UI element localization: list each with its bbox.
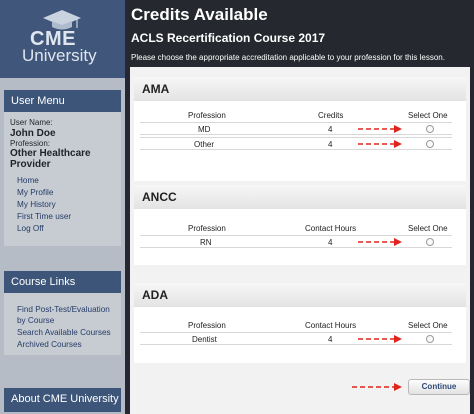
header-profession: Profession xyxy=(188,111,226,120)
table-row xyxy=(140,137,452,150)
link-find-post-test[interactable]: Find Post-Test/Evaluation xyxy=(17,305,110,314)
profession-line2: Provider xyxy=(10,159,51,170)
link-search-available-courses[interactable]: Search Available Courses xyxy=(17,328,111,337)
table-row xyxy=(140,235,452,248)
radio-ama-other[interactable] xyxy=(426,140,434,148)
section-header-ada: ADA xyxy=(134,283,466,307)
sidebar: CME University User Menu User Name: John… xyxy=(0,0,125,414)
page-title: Credits Available xyxy=(131,5,268,24)
link-find-post-test-by-course[interactable]: by Course xyxy=(17,316,54,325)
menu-my-history[interactable]: My History xyxy=(17,200,56,209)
profession-label: Profession: xyxy=(10,138,51,148)
contact-hours-cell: 4 xyxy=(328,238,333,247)
user-name: John Doe xyxy=(10,127,56,139)
course-title: ACLS Recertification Course 2017 xyxy=(131,31,326,45)
header-select-one: Select One xyxy=(408,321,448,330)
menu-log-off[interactable]: Log Off xyxy=(17,224,44,233)
instruction-text: Please choose the appropriate accreditat… xyxy=(131,53,445,62)
course-links-header: Course Links xyxy=(4,271,121,293)
about-header[interactable]: About CME University xyxy=(4,388,121,412)
radio-ama-md[interactable] xyxy=(426,125,434,133)
header-select-one: Select One xyxy=(408,224,448,233)
continue-button[interactable]: Continue xyxy=(408,379,470,395)
red-arrow-icon xyxy=(352,383,402,391)
credits-cell: 4 xyxy=(328,125,333,134)
table-row xyxy=(140,332,452,345)
user-info: User Name: John Doe Profession: Other He… xyxy=(10,118,91,170)
red-arrow-icon xyxy=(358,140,402,148)
user-name-label: User Name: xyxy=(10,118,53,127)
profession-cell: MD xyxy=(198,125,211,134)
header-profession: Profession xyxy=(188,321,226,330)
profession-line1: Other Healthcare xyxy=(10,148,91,159)
header-select-one: Select One xyxy=(408,111,448,120)
link-archived-courses[interactable]: Archived Courses xyxy=(17,340,82,349)
red-arrow-icon xyxy=(358,335,402,343)
profession-cell: Dentist xyxy=(192,335,217,344)
cme-university-logo[interactable]: CME University xyxy=(0,0,125,78)
section-header-ancc: ANCC xyxy=(134,185,466,209)
header-profession: Profession xyxy=(188,224,226,233)
red-arrow-icon xyxy=(358,238,402,246)
contact-hours-cell: 4 xyxy=(328,335,333,344)
profession-cell: RN xyxy=(200,238,212,247)
profession-cell: Other xyxy=(194,140,215,149)
section-header-ama: AMA xyxy=(134,77,466,101)
radio-ancc-rn[interactable] xyxy=(426,238,434,246)
logo-text-university: University xyxy=(22,46,97,65)
header-contact-hours: Contact Hours xyxy=(305,321,357,330)
header-credits: Credits xyxy=(318,111,344,120)
radio-ada-dentist[interactable] xyxy=(426,335,434,343)
red-arrow-icon xyxy=(358,125,402,133)
menu-my-profile[interactable]: My Profile xyxy=(17,188,53,197)
credits-content: AMA Profession Credits Select One MD 4 O… xyxy=(130,67,470,414)
menu-home[interactable]: Home xyxy=(17,176,39,185)
credits-cell: 4 xyxy=(328,140,333,149)
user-menu-header: User Menu xyxy=(4,90,121,112)
header-contact-hours: Contact Hours xyxy=(305,224,357,233)
menu-first-time-user[interactable]: First Time user xyxy=(17,212,71,221)
table-row xyxy=(140,122,452,135)
